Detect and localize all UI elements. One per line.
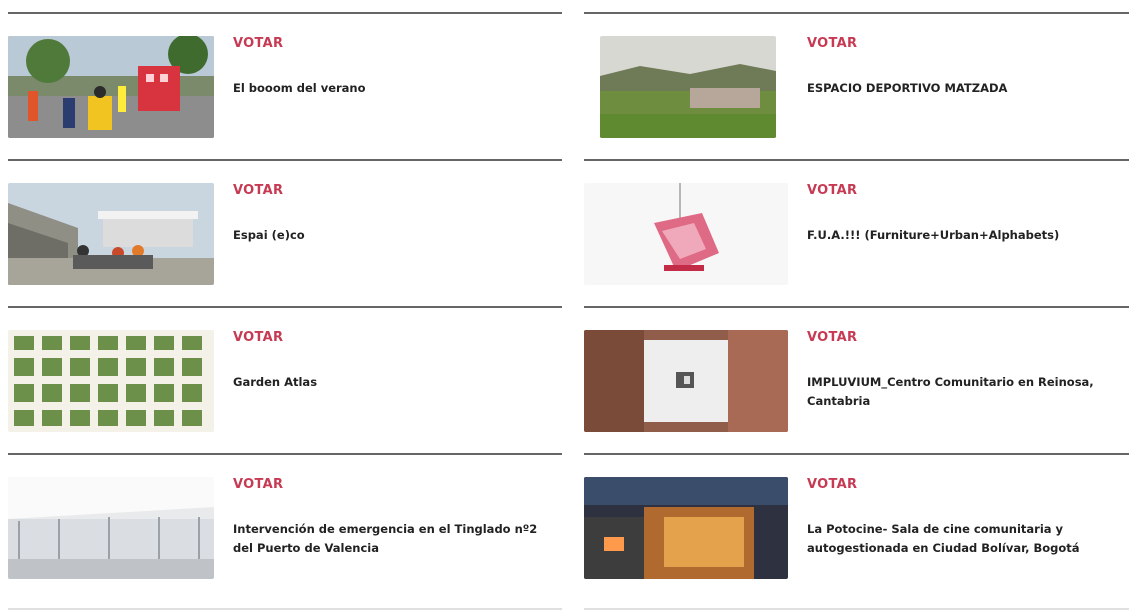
project-title[interactable]: ESPACIO DEPORTIVO MATZADA: [807, 79, 1129, 98]
thumbnail-image[interactable]: [8, 477, 214, 579]
vote-link[interactable]: VOTAR: [233, 183, 283, 198]
project-title[interactable]: Garden Atlas: [233, 373, 553, 392]
vote-link[interactable]: VOTAR: [233, 36, 283, 51]
bottom-rule: [584, 608, 1129, 610]
list-item: VOTAR El booom del verano: [8, 12, 562, 159]
vote-link[interactable]: VOTAR: [807, 477, 857, 492]
list-item: VOTAR IMPLUVIUM_Centro Comunitario en Re…: [584, 306, 1129, 453]
project-title[interactable]: F.U.A.!!! (Furniture+Urban+Alphabets): [807, 226, 1129, 245]
thumbnail-image[interactable]: [584, 183, 788, 285]
list-item: VOTAR F.U.A.!!! (Furniture+Urban+Alphabe…: [584, 159, 1129, 306]
thumbnail-image[interactable]: [584, 477, 788, 579]
list-item: VOTAR Espai (e)co: [8, 159, 562, 306]
list-item: VOTAR ESPACIO DEPORTIVO MATZADA: [584, 12, 1129, 159]
vote-link[interactable]: VOTAR: [807, 36, 857, 51]
thumbnail-image[interactable]: [8, 183, 214, 285]
thumbnail-image[interactable]: [8, 330, 214, 432]
project-title[interactable]: El booom del verano: [233, 79, 553, 98]
vote-link[interactable]: VOTAR: [807, 183, 857, 198]
list-item: VOTAR Intervención de emergencia en el T…: [8, 453, 562, 600]
project-title[interactable]: La Potocine- Sala de cine comunitaria y …: [807, 520, 1129, 558]
vote-link[interactable]: VOTAR: [807, 330, 857, 345]
left-column: VOTAR El booom del verano VOTAR Espai (e…: [8, 0, 562, 600]
thumbnail-image[interactable]: [8, 36, 214, 138]
vote-link[interactable]: VOTAR: [233, 477, 283, 492]
project-title[interactable]: IMPLUVIUM_Centro Comunitario en Reinosa,…: [807, 373, 1129, 411]
thumbnail-image[interactable]: [600, 36, 776, 138]
bottom-rule: [8, 608, 562, 610]
right-column: VOTAR ESPACIO DEPORTIVO MATZADA VOTAR F.…: [584, 0, 1129, 600]
project-title[interactable]: Espai (e)co: [233, 226, 553, 245]
list-item: VOTAR La Potocine- Sala de cine comunita…: [584, 453, 1129, 600]
thumbnail-image[interactable]: [584, 330, 788, 432]
project-title[interactable]: Intervención de emergencia en el Tinglad…: [233, 520, 553, 558]
vote-link[interactable]: VOTAR: [233, 330, 283, 345]
list-item: VOTAR Garden Atlas: [8, 306, 562, 453]
